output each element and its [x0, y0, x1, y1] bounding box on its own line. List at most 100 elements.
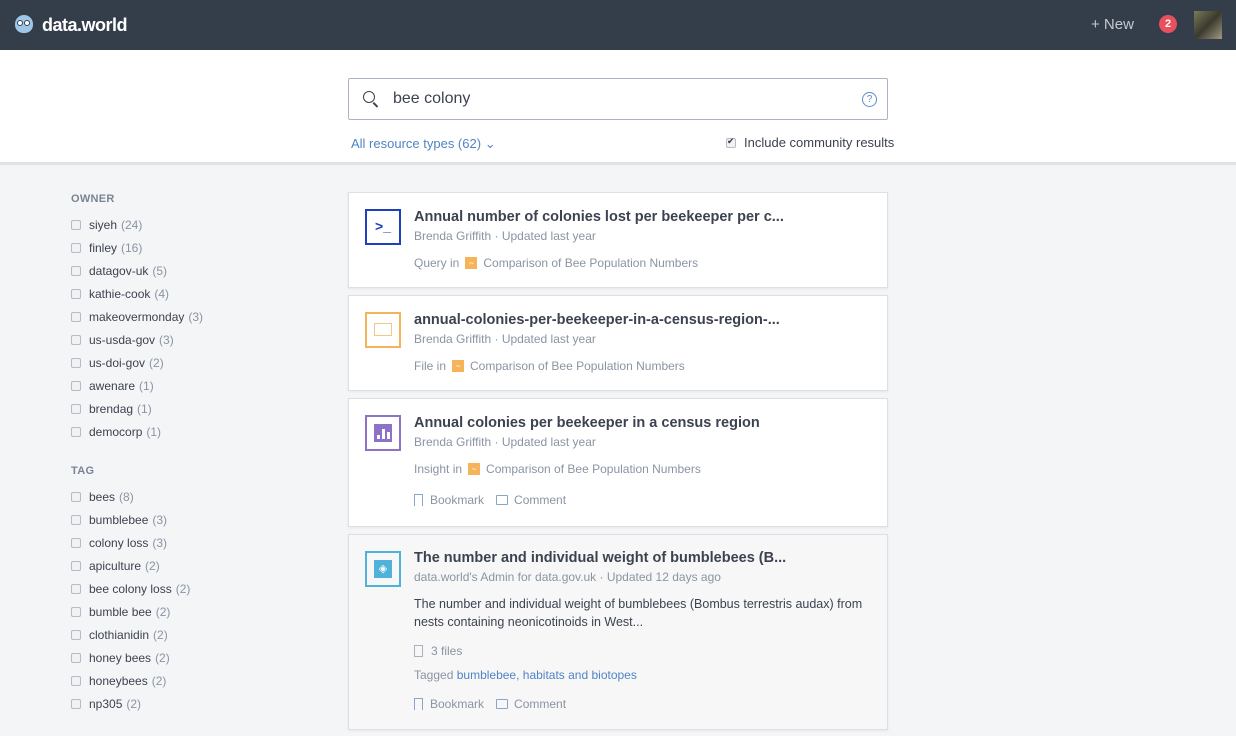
bookmark-button[interactable]: Bookmark	[414, 697, 484, 711]
facet-checkbox[interactable]	[71, 537, 81, 548]
result-author[interactable]: Brenda Griffith	[414, 332, 491, 346]
result-card-query[interactable]: >_ Annual number of colonies lost per be…	[348, 192, 888, 288]
bookmark-button[interactable]: Bookmark	[414, 493, 484, 507]
bookmark-icon	[414, 494, 423, 506]
facet-count: (2)	[126, 696, 142, 711]
facet-tag[interactable]: np305 (2)	[71, 692, 190, 715]
result-title[interactable]: annual-colonies-per-beekeeper-in-a-censu…	[414, 312, 780, 328]
facet-count: (3)	[159, 332, 174, 347]
community-checkbox[interactable]	[726, 136, 736, 148]
facet-checkbox[interactable]	[71, 288, 81, 299]
facet-checkbox[interactable]	[71, 426, 81, 437]
facet-owner[interactable]: kathie-cook (4)	[71, 282, 203, 305]
facet-tag[interactable]: bees (8)	[71, 485, 190, 508]
resource-type-dropdown[interactable]: All resource types (62) ⌄	[351, 136, 496, 152]
chevron-down-icon: ⌄	[484, 136, 496, 151]
facet-tag[interactable]: apiculture (2)	[71, 554, 190, 577]
facet-checkbox[interactable]	[71, 491, 81, 502]
facet-tag[interactable]: clothianidin (2)	[71, 623, 190, 646]
result-card-dataset[interactable]: ◈ The number and individual weight of bu…	[348, 534, 888, 730]
context-prefix: Insight in	[414, 462, 463, 476]
facet-owner[interactable]: finley (16)	[71, 236, 203, 259]
facet-checkbox[interactable]	[71, 242, 81, 253]
facet-owner[interactable]: democorp (1)	[71, 420, 203, 443]
facet-owner[interactable]: siyeh (24)	[71, 213, 203, 236]
facet-tag[interactable]: bumblebee (3)	[71, 508, 190, 531]
dataset-link[interactable]: Comparison of Bee Population Numbers	[470, 359, 685, 373]
brand-logo[interactable]: data.world	[14, 13, 128, 37]
facet-tag[interactable]: bee colony loss (2)	[71, 577, 190, 600]
facet-checkbox[interactable]	[71, 583, 81, 594]
facet-label: makeovermonday	[89, 309, 185, 324]
facet-tag[interactable]: bumble bee (2)	[71, 600, 190, 623]
result-author[interactable]: Brenda Griffith	[414, 229, 491, 243]
result-title[interactable]: The number and individual weight of bumb…	[414, 550, 786, 566]
facet-label: us-usda-gov	[89, 332, 156, 347]
facet-count: (5)	[152, 263, 168, 278]
comment-button[interactable]: Comment	[496, 493, 566, 507]
facet-count: (2)	[149, 355, 164, 370]
facet-owner[interactable]: us-usda-gov (3)	[71, 328, 203, 351]
terminal-icon: >_	[365, 209, 401, 245]
facet-checkbox[interactable]	[71, 357, 81, 368]
result-meta: Brenda Griffith · Updated last year	[414, 435, 596, 449]
result-author[interactable]: data.world's Admin for data.gov.uk	[414, 570, 596, 584]
brand-name: data.world	[42, 14, 128, 35]
bookmark-icon	[414, 698, 423, 710]
facet-owner[interactable]: datagov-uk (5)	[71, 259, 203, 282]
comment-button[interactable]: Comment	[496, 697, 566, 711]
facet-label: finley	[89, 240, 118, 255]
tagged-prefix: Tagged	[414, 668, 454, 682]
facet-count: (2)	[145, 558, 160, 573]
facet-checkbox[interactable]	[71, 629, 81, 640]
facet-owner[interactable]: makeovermonday (3)	[71, 305, 203, 328]
help-icon[interactable]: ?	[862, 92, 877, 107]
facet-checkbox[interactable]	[71, 219, 81, 230]
facet-checkbox[interactable]	[71, 403, 81, 414]
facet-label: awenare	[89, 378, 136, 393]
dataset-link[interactable]: Comparison of Bee Population Numbers	[486, 462, 701, 476]
tag-heading: TAG	[71, 465, 95, 477]
result-actions: Bookmark Comment	[414, 493, 578, 507]
result-card-insight[interactable]: Annual colonies per beekeeper in a censu…	[348, 398, 888, 527]
image-icon	[365, 312, 401, 348]
facet-checkbox[interactable]	[71, 265, 81, 276]
facet-checkbox[interactable]	[71, 334, 81, 345]
notification-badge[interactable]: 2	[1159, 15, 1177, 33]
facet-tag[interactable]: colony loss (3)	[71, 531, 190, 554]
comment-label: Comment	[514, 493, 567, 507]
context-prefix: Query in	[414, 256, 460, 270]
facet-checkbox[interactable]	[71, 652, 81, 663]
facet-owner[interactable]: us-doi-gov (2)	[71, 351, 203, 374]
owl-logo-icon	[14, 13, 34, 37]
result-title[interactable]: Annual colonies per beekeeper in a censu…	[414, 415, 760, 431]
new-button[interactable]: + New	[1091, 16, 1134, 33]
facet-label: siyeh	[89, 217, 118, 232]
file-count: 3 files	[414, 644, 462, 658]
result-updated: Updated last year	[501, 332, 596, 346]
result-author[interactable]: Brenda Griffith	[414, 435, 491, 449]
tag-links[interactable]: bumblebee, habitats and biotopes	[457, 668, 637, 682]
facet-count: (2)	[155, 650, 170, 665]
facet-checkbox[interactable]	[71, 606, 81, 617]
result-context: File in ~ Comparison of Bee Population Num…	[414, 359, 685, 373]
facet-tag[interactable]: honey bees (2)	[71, 646, 190, 669]
include-community-toggle[interactable]: Include community results	[726, 135, 894, 150]
facet-checkbox[interactable]	[71, 560, 81, 571]
user-avatar[interactable]	[1194, 11, 1222, 39]
comment-icon	[496, 699, 509, 709]
facet-tag[interactable]: honeybees (2)	[71, 669, 190, 692]
facet-owner[interactable]: brendag (1)	[71, 397, 203, 420]
search-input[interactable]	[393, 88, 853, 110]
facet-checkbox[interactable]	[71, 698, 81, 709]
result-card-file[interactable]: annual-colonies-per-beekeeper-in-a-censu…	[348, 295, 888, 391]
facet-checkbox[interactable]	[71, 514, 81, 525]
facet-checkbox[interactable]	[71, 675, 81, 686]
facet-owner[interactable]: awenare (1)	[71, 374, 203, 397]
facet-checkbox[interactable]	[71, 380, 81, 391]
facet-count: (2)	[155, 604, 171, 619]
comment-icon	[496, 495, 509, 505]
result-title[interactable]: Annual number of colonies lost per beeke…	[414, 209, 784, 225]
facet-checkbox[interactable]	[71, 311, 81, 322]
dataset-link[interactable]: Comparison of Bee Population Numbers	[483, 256, 698, 270]
